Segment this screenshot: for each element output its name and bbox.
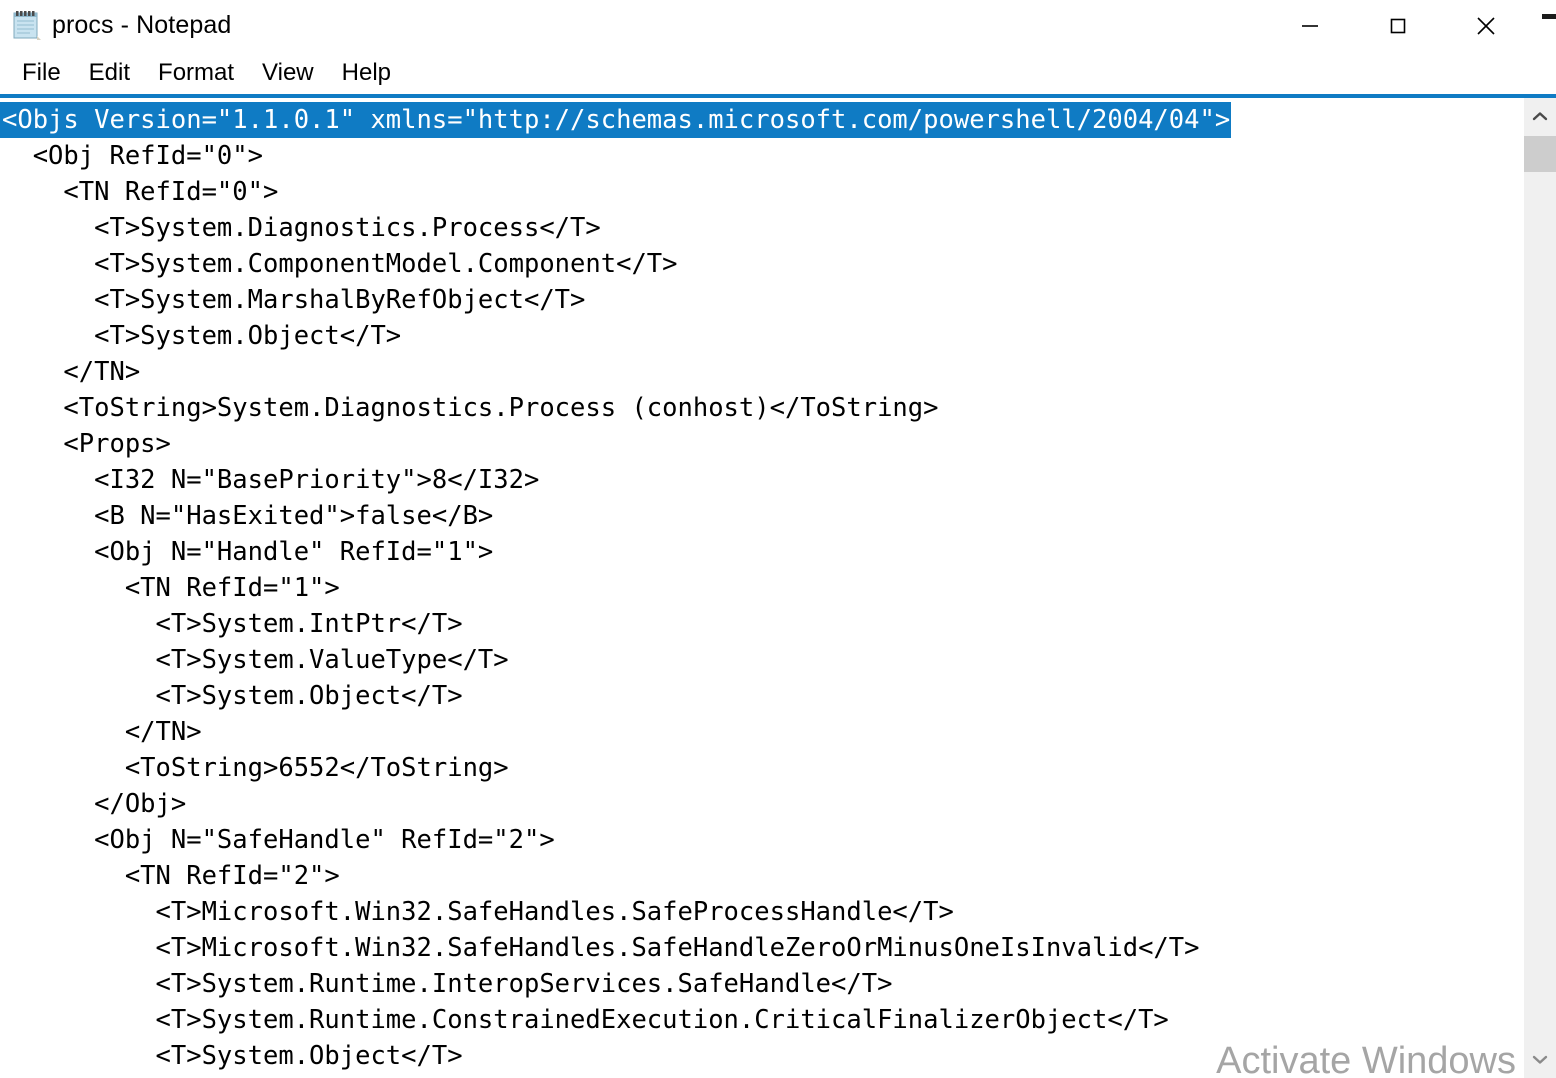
editor-line[interactable]: <T>Microsoft.Win32.SafeHandles.SafeProce…	[0, 894, 1524, 930]
editor-line-text[interactable]: </Obj>	[0, 789, 186, 819]
editor-line-selected[interactable]: <Objs Version="1.1.0.1" xmlns="http://sc…	[0, 102, 1232, 138]
editor-line[interactable]: <Obj N="SafeHandle" RefId="2">	[0, 822, 1524, 858]
editor-line-text[interactable]: <T>System.Diagnostics.Process</T>	[0, 213, 601, 243]
close-button[interactable]	[1442, 0, 1530, 52]
window-title: procs - Notepad	[52, 11, 232, 39]
editor-line-text[interactable]: <ToString>6552</ToString>	[0, 753, 509, 783]
menu-bar: File Edit Format View Help	[0, 52, 1556, 94]
editor-line-text[interactable]: <T>System.Runtime.InteropServices.SafeHa…	[0, 969, 893, 999]
editor-line[interactable]: <Obj RefId="0">	[0, 138, 1524, 174]
editor-line-text[interactable]: <Props>	[0, 429, 170, 459]
scroll-up-icon[interactable]	[1524, 98, 1556, 136]
editor-line-text[interactable]: <T>Microsoft.Win32.SafeHandles.SafeProce…	[0, 897, 954, 927]
editor-line-text[interactable]: <TN RefId="2">	[0, 861, 340, 891]
editor-line[interactable]: <T>System.ValueType</T>	[0, 642, 1524, 678]
scrollbar-thumb[interactable]	[1524, 136, 1556, 173]
editor-line-text[interactable]: <Obj N="SafeHandle" RefId="2">	[0, 825, 555, 855]
scroll-down-icon[interactable]	[1524, 1040, 1556, 1078]
menu-item-help[interactable]: Help	[328, 57, 405, 89]
editor-line-text[interactable]: <T>System.ValueType</T>	[0, 645, 509, 675]
editor-line[interactable]: <I32 N="BasePriority">8</I32>	[0, 462, 1524, 498]
minimize-button[interactable]	[1266, 0, 1354, 52]
editor-line[interactable]: <TN RefId="0">	[0, 174, 1524, 210]
menu-item-format[interactable]: Format	[144, 57, 248, 89]
vertical-scrollbar[interactable]	[1524, 98, 1556, 1078]
editor-line-text[interactable]: <T>System.ComponentModel.Component</T>	[0, 249, 677, 279]
editor-line[interactable]: <Obj N="Handle" RefId="1">	[0, 534, 1524, 570]
editor-line-text[interactable]: <Obj N="Handle" RefId="1">	[0, 537, 493, 567]
editor-line[interactable]: <T>System.IntPtr</T>	[0, 606, 1524, 642]
editor-line[interactable]: <T>System.ComponentModel.Component</T>	[0, 246, 1524, 282]
editor-line[interactable]: </TN>	[0, 714, 1524, 750]
editor-line-text[interactable]: <T>System.Object</T>	[0, 321, 401, 351]
editor-line-text[interactable]: <T>System.Object</T>	[0, 1041, 463, 1071]
editor-line-text[interactable]: </TN>	[0, 357, 140, 387]
text-editor[interactable]: <Objs Version="1.1.0.1" xmlns="http://sc…	[0, 94, 1556, 1078]
editor-line[interactable]: <T>System.Object</T>	[0, 1038, 1524, 1074]
maximize-button[interactable]	[1354, 0, 1442, 52]
editor-line-text[interactable]: <ToString>System.Diagnostics.Process (co…	[0, 393, 938, 423]
title-bar: procs - Notepad	[0, 0, 1556, 52]
editor-line-text[interactable]: <T>System.MarshalByRefObject</T>	[0, 285, 585, 315]
editor-line-text[interactable]: <Obj RefId="0">	[0, 141, 263, 171]
editor-line[interactable]: <T>Microsoft.Win32.SafeHandles.SafeHandl…	[0, 930, 1524, 966]
editor-line[interactable]: <T>System.MarshalByRefObject</T>	[0, 282, 1524, 318]
editor-line[interactable]: </Obj>	[0, 786, 1524, 822]
editor-line-text[interactable]: <B N="HasExited">false</B>	[0, 501, 493, 531]
menu-item-view[interactable]: View	[248, 57, 328, 89]
editor-line-text[interactable]: </TN>	[0, 717, 202, 747]
editor-line[interactable]: <T>System.Runtime.InteropServices.SafeHa…	[0, 966, 1524, 1002]
editor-line[interactable]: <B N="HasExited">false</B>	[0, 498, 1524, 534]
editor-line[interactable]: <ToString>6552</ToString>	[0, 750, 1524, 786]
editor-line[interactable]: <T>System.Runtime.ConstrainedExecution.C…	[0, 1002, 1524, 1038]
editor-line-text[interactable]: <T>Microsoft.Win32.SafeHandles.SafeHandl…	[0, 933, 1200, 963]
editor-line[interactable]: <Objs Version="1.1.0.1" xmlns="http://sc…	[0, 102, 1524, 138]
editor-line[interactable]: <ToString>System.Diagnostics.Process (co…	[0, 390, 1524, 426]
notepad-window: procs - Notepad File Edit Format View He…	[0, 0, 1556, 1078]
editor-line-text[interactable]: <TN RefId="1">	[0, 573, 340, 603]
editor-line-text[interactable]: <T>System.Runtime.ConstrainedExecution.C…	[0, 1005, 1169, 1035]
editor-line[interactable]: <T>System.Object</T>	[0, 318, 1524, 354]
editor-line-text[interactable]: <T>System.Object</T>	[0, 681, 463, 711]
editor-line-text[interactable]: <TN RefId="0">	[0, 177, 278, 207]
menu-item-edit[interactable]: Edit	[75, 57, 144, 89]
editor-line[interactable]: </TN>	[0, 354, 1524, 390]
editor-line-text[interactable]: <T>System.IntPtr</T>	[0, 609, 463, 639]
text-content[interactable]: <Objs Version="1.1.0.1" xmlns="http://sc…	[0, 102, 1524, 1078]
editor-line[interactable]: <TN RefId="1">	[0, 570, 1524, 606]
editor-line[interactable]: <T>System.Object</T>	[0, 678, 1524, 714]
notepad-icon	[10, 8, 44, 42]
background-window-edge	[1542, 14, 1556, 19]
scrollbar-track[interactable]	[1524, 136, 1556, 1040]
window-controls	[1266, 0, 1530, 52]
editor-line[interactable]: <T>System.Diagnostics.Process</T>	[0, 210, 1524, 246]
editor-line-text[interactable]: <I32 N="BasePriority">8</I32>	[0, 465, 539, 495]
menu-item-file[interactable]: File	[8, 57, 75, 89]
editor-line[interactable]: <Props>	[0, 426, 1524, 462]
editor-line[interactable]: <TN RefId="2">	[0, 858, 1524, 894]
